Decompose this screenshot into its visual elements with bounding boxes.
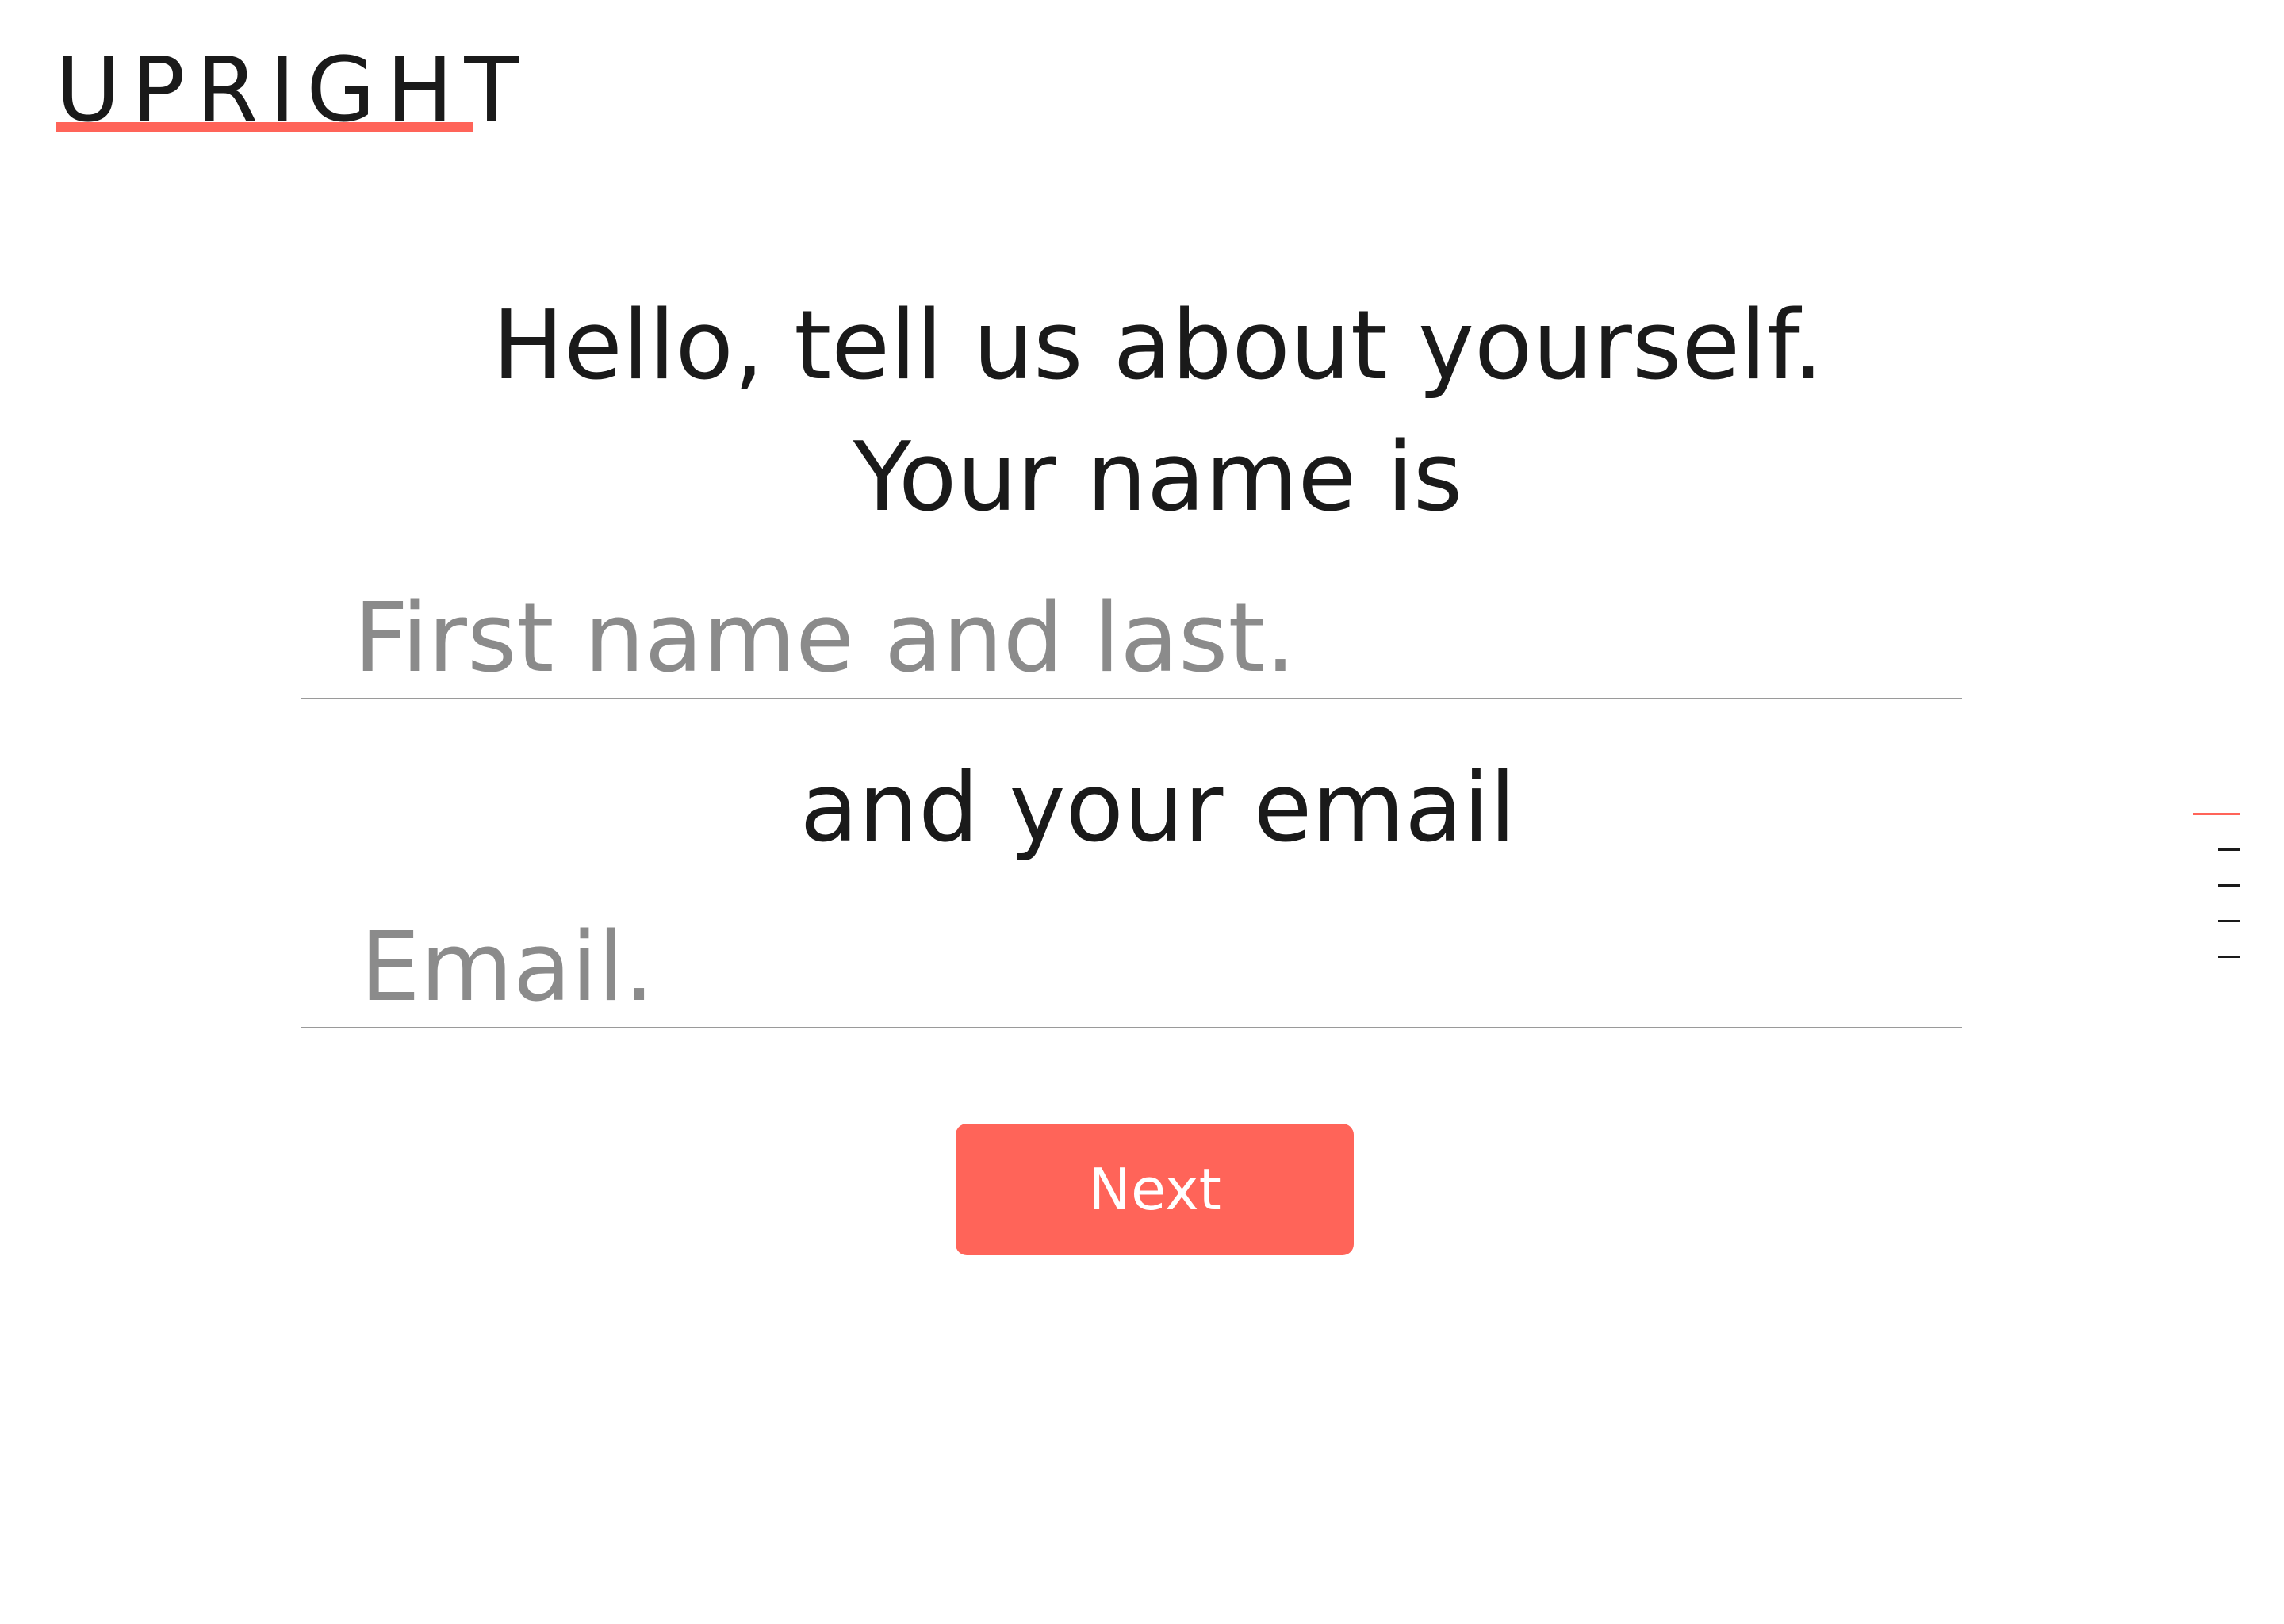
email-field xyxy=(301,908,1962,1028)
next-button[interactable]: Next xyxy=(956,1124,1354,1255)
email-prompt: and your email xyxy=(799,753,1516,864)
progress-step-4[interactable] xyxy=(2218,920,2240,922)
name-input[interactable] xyxy=(301,579,1962,698)
progress-step-2[interactable] xyxy=(2218,848,2240,851)
name-prompt: Your name is xyxy=(853,423,1463,533)
progress-step-3[interactable] xyxy=(2218,884,2240,887)
progress-step-5[interactable] xyxy=(2218,956,2240,958)
logo-underline xyxy=(56,122,473,132)
upright-logo[interactable]: UPRIGHT xyxy=(56,46,530,141)
progress-step-1[interactable] xyxy=(2193,813,2240,815)
name-field xyxy=(301,579,1962,699)
email-input[interactable] xyxy=(301,908,1962,1027)
intro-heading: Hello, tell us about yourself. xyxy=(492,291,1824,401)
